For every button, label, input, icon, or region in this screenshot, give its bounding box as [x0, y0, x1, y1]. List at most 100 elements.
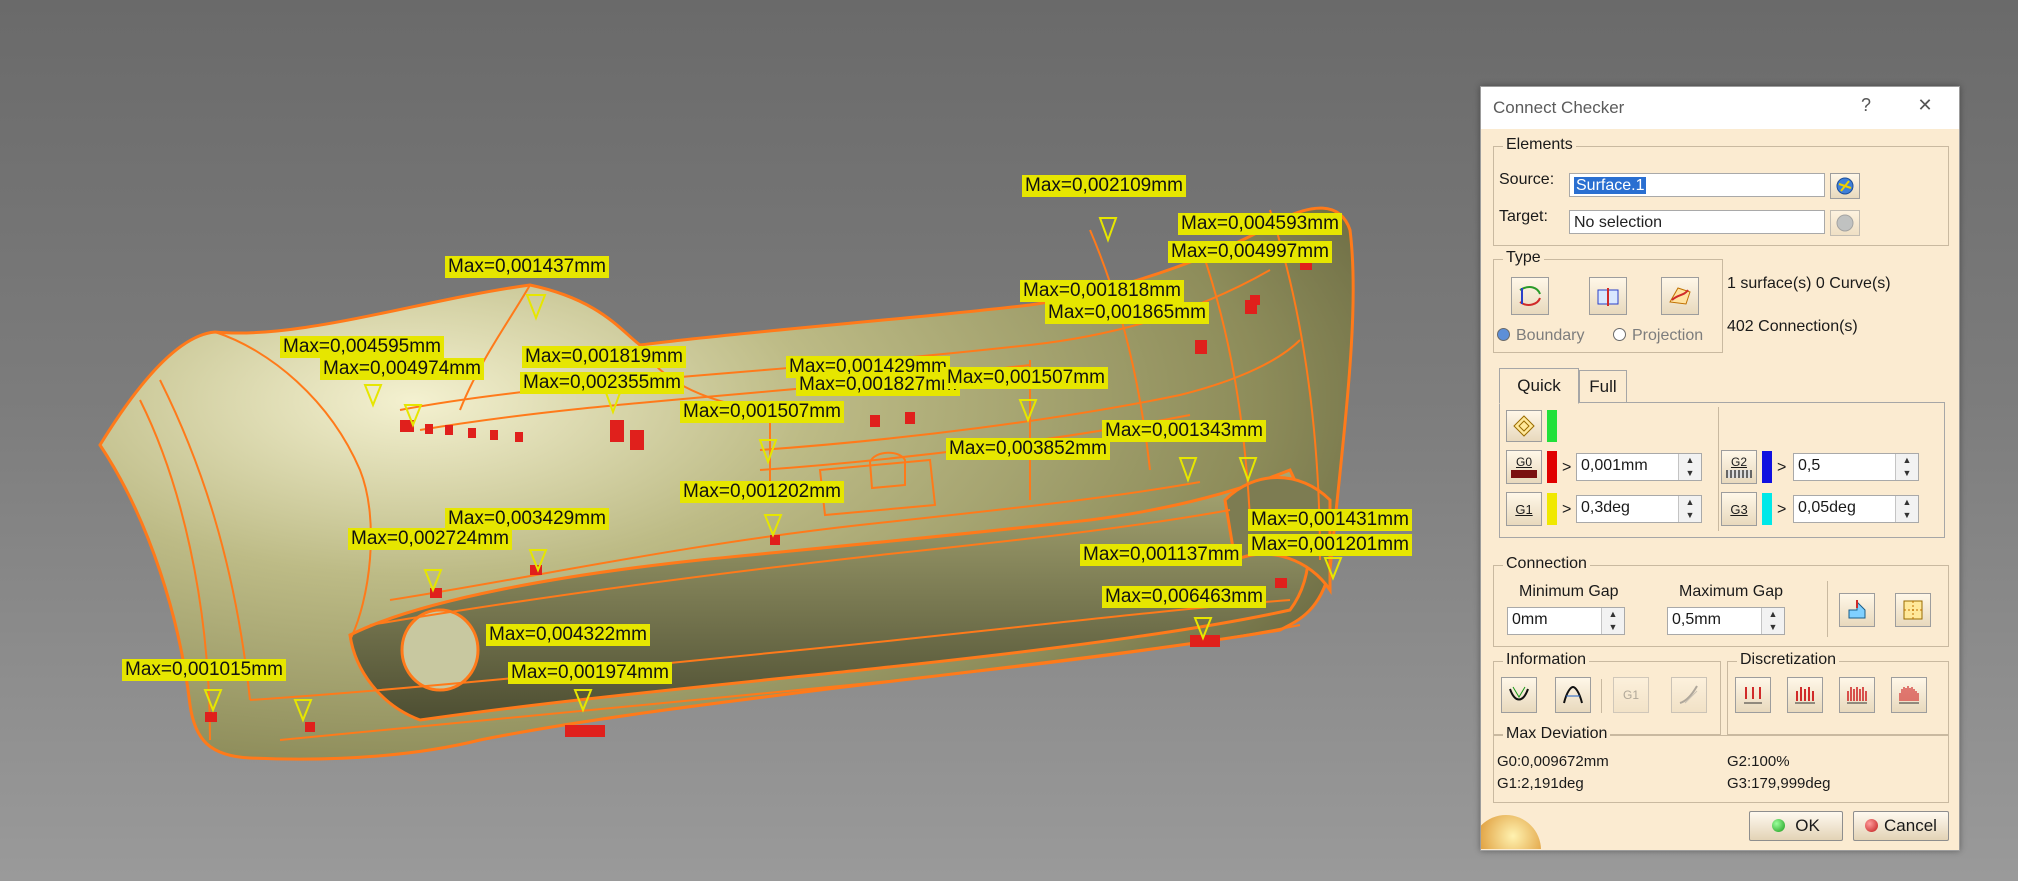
deviation-label: Max=0,004974mm	[320, 358, 484, 380]
globe-icon	[1836, 177, 1854, 195]
g1-threshold-spinner[interactable]: 0,3deg ▲ ▼	[1576, 495, 1702, 523]
projection-radio[interactable]: Projection	[1613, 327, 1703, 345]
g0-greater-than: >	[1562, 459, 1572, 476]
deviation-label: Max=0,001202mm	[680, 481, 844, 503]
fine-lines-icon	[1899, 686, 1919, 704]
g3-icon: G3	[1730, 501, 1748, 517]
elements-legend: Elements	[1503, 136, 1576, 154]
deviation-label: Max=0,002109mm	[1022, 175, 1186, 197]
g1-button[interactable]: G1	[1506, 492, 1542, 526]
g3-greater-than: >	[1777, 501, 1787, 518]
ok-icon	[1772, 819, 1786, 832]
gap-button[interactable]	[1839, 593, 1875, 627]
g1-info-button[interactable]: G1	[1613, 677, 1649, 713]
g3-threshold-spinner[interactable]: 0,05deg ▲ ▼	[1793, 495, 1919, 523]
curve-surface-icon	[1669, 287, 1691, 305]
type-boundary-button[interactable]	[1511, 277, 1549, 315]
catia-logo	[1481, 805, 1545, 849]
connect-curves-icon	[1519, 286, 1541, 306]
ok-status-swatch	[1547, 410, 1557, 442]
globe-icon	[1836, 214, 1854, 232]
quick-divider	[1718, 407, 1719, 531]
curvature-button[interactable]	[1671, 677, 1707, 713]
discretization-medium-button[interactable]	[1839, 677, 1875, 713]
dialog-titlebar[interactable]: Connect Checker ? ✕	[1481, 87, 1959, 129]
discretization-coarse-button[interactable]	[1787, 677, 1823, 713]
element-count: 1 surface(s) 0 Curve(s)	[1727, 275, 1891, 292]
max-deviation-g2: G2:100%	[1727, 753, 1790, 770]
deviation-label: Max=0,001865mm	[1045, 302, 1209, 324]
g0-button[interactable]: G0	[1506, 450, 1542, 484]
deviation-label: Max=0,003429mm	[445, 508, 609, 530]
source-select-button[interactable]	[1830, 173, 1860, 199]
g2-greater-than: >	[1777, 459, 1787, 476]
deviation-label: Max=0,001201mm	[1248, 534, 1412, 556]
fog-light	[400, 608, 480, 692]
g0-icon: G0	[1511, 456, 1537, 478]
g1-icon: G1	[1515, 501, 1533, 517]
envelope-icon	[1563, 685, 1583, 704]
tab-full[interactable]: Full	[1579, 370, 1627, 403]
g2-threshold-spinner[interactable]: 0,5 ▲ ▼	[1793, 453, 1919, 481]
boundary-radio[interactable]: Boundary	[1497, 327, 1585, 345]
discretization-fine-button[interactable]	[1891, 677, 1927, 713]
comb-icon	[1509, 686, 1529, 701]
connection-legend: Connection	[1503, 555, 1590, 573]
deviation-label: Max=0,004997mm	[1168, 241, 1332, 263]
comb-button[interactable]	[1501, 677, 1537, 713]
target-field[interactable]: No selection	[1569, 210, 1825, 234]
information-divider	[1601, 679, 1602, 713]
information-legend: Information	[1503, 651, 1590, 669]
tab-quick[interactable]: Quick	[1499, 368, 1579, 404]
cancel-button[interactable]: Cancel	[1853, 811, 1949, 841]
source-field[interactable]: Surface.1	[1569, 173, 1825, 197]
max-deviation-g1: G1:2,191deg	[1497, 775, 1584, 792]
surface-connect-icon	[1597, 288, 1619, 306]
deviation-label: Max=0,002355mm	[520, 372, 684, 394]
g1-color-swatch	[1547, 493, 1557, 525]
g0-threshold-spinner[interactable]: 0,001mm ▲ ▼	[1576, 453, 1702, 481]
deviation-label: Max=0,001507mm	[944, 367, 1108, 389]
envelope-button[interactable]	[1555, 677, 1591, 713]
help-button[interactable]: ?	[1851, 95, 1881, 119]
deviation-label: Max=0,001974mm	[508, 662, 672, 684]
source-label: Source:	[1499, 171, 1555, 188]
ok-button[interactable]: OK	[1749, 811, 1843, 841]
g2-color-swatch	[1762, 451, 1772, 483]
target-label: Target:	[1499, 208, 1548, 225]
type-legend: Type	[1503, 249, 1544, 267]
diamond-icon	[1513, 415, 1535, 437]
coarse-lines-icon	[1795, 687, 1815, 704]
dialog-title: Connect Checker	[1493, 98, 1625, 117]
g1-info-icon: G1	[1622, 688, 1639, 702]
max-gap-spinner[interactable]: 0,5mm ▲ ▼	[1667, 607, 1785, 635]
max-deviation-g3: G3:179,999deg	[1727, 775, 1831, 792]
sparse-lines-icon	[1744, 687, 1762, 704]
discretization-light-button[interactable]	[1735, 677, 1771, 713]
g3-button[interactable]: G3	[1721, 492, 1757, 526]
deviation-label: Max=0,003852mm	[946, 438, 1110, 460]
deviation-label: Max=0,001437mm	[445, 256, 609, 278]
medium-lines-icon	[1847, 687, 1867, 704]
radio-empty-icon	[1613, 328, 1626, 341]
type-curve-button[interactable]	[1661, 277, 1699, 315]
deviation-label: Max=0,001827mm	[796, 374, 960, 396]
deviation-label: Max=0,006463mm	[1102, 586, 1266, 608]
g1-greater-than: >	[1562, 501, 1572, 518]
target-select-button[interactable]	[1830, 210, 1860, 236]
internal-edges-button[interactable]	[1895, 593, 1931, 627]
deviation-label: Max=0,004595mm	[280, 336, 444, 358]
curvature-icon	[1679, 685, 1698, 704]
diamond-button[interactable]	[1506, 410, 1542, 442]
gap-icon	[1848, 600, 1866, 619]
deviation-label: Max=0,001507mm	[680, 401, 844, 423]
g2-button[interactable]: G2	[1721, 450, 1757, 484]
type-surface-button[interactable]	[1589, 277, 1627, 315]
connect-checker-dialog: Connect Checker ? ✕ Elements Source: Sur…	[1480, 86, 1960, 851]
deviation-label: Max=0,001431mm	[1248, 509, 1412, 531]
min-gap-spinner[interactable]: 0mm ▲ ▼	[1507, 607, 1625, 635]
close-button[interactable]: ✕	[1910, 95, 1940, 119]
g3-color-swatch	[1762, 493, 1772, 525]
deviation-label: Max=0,001137mm	[1080, 544, 1243, 566]
g0-color-swatch	[1547, 451, 1557, 483]
